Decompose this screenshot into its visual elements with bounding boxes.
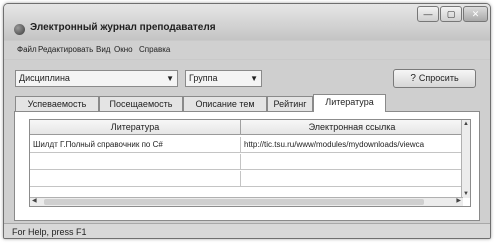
maximize-button[interactable]: ▢ — [440, 6, 462, 22]
menu-bar: Файл Редактировать Вид Окно Справка — [4, 41, 490, 59]
scroll-thumb[interactable] — [44, 199, 424, 205]
tab-strip: Успеваемость Посещаемость Описание тем Р… — [4, 94, 490, 112]
menu-help[interactable]: Справка — [139, 45, 170, 54]
column-header-literature[interactable]: Литература — [30, 120, 241, 135]
table-row[interactable]: Шилдт Г.Полный справочник по C# http://t… — [30, 137, 463, 153]
close-button[interactable]: ✕ — [463, 6, 488, 22]
discipline-select-value: Дисциплина — [19, 73, 70, 83]
column-header-link[interactable]: Электронная ссылка — [241, 120, 463, 135]
vertical-scrollbar[interactable]: ▲ ▼ — [461, 120, 470, 198]
horizontal-scrollbar[interactable]: ◀ ▶ — [30, 197, 463, 206]
menu-file[interactable]: Файл — [17, 45, 37, 54]
chevron-down-icon: ▼ — [250, 74, 258, 83]
cell-literature[interactable]: Шилдт Г.Полный справочник по C# — [30, 137, 241, 153]
tab-topics[interactable]: Описание тем — [183, 96, 267, 111]
literature-tab-content: Литература Электронная ссылка Шилдт Г.По… — [14, 111, 480, 221]
group-select-value: Группа — [189, 73, 218, 83]
cell-empty[interactable] — [30, 171, 241, 187]
scroll-left-icon[interactable]: ◀ — [32, 197, 37, 204]
tab-progress[interactable]: Успеваемость — [15, 96, 99, 111]
app-icon — [14, 24, 25, 35]
group-select[interactable]: Группа ▼ — [185, 70, 262, 87]
cell-link[interactable]: http://tic.tsu.ru/www/modules/mydownload… — [241, 137, 463, 153]
tab-literature[interactable]: Литература — [313, 94, 386, 112]
main-panel: Дисциплина ▼ Группа ▼ ? Спросить Успеваем… — [4, 60, 490, 238]
title-bar[interactable]: Электронный журнал преподавателя — ▢ ✕ — [4, 4, 490, 40]
scroll-down-icon[interactable]: ▼ — [463, 191, 469, 197]
table-row-empty[interactable] — [30, 154, 463, 170]
app-window: Электронный журнал преподавателя — ▢ ✕ Ф… — [3, 3, 491, 239]
status-bar: For Help, press F1 — [4, 223, 490, 238]
grid-header: Литература Электронная ссылка — [30, 120, 463, 135]
table-row-empty[interactable] — [30, 171, 463, 187]
scroll-up-icon[interactable]: ▲ — [463, 121, 469, 127]
scroll-right-icon[interactable]: ▶ — [456, 197, 461, 204]
discipline-select[interactable]: Дисциплина ▼ — [15, 70, 178, 87]
minimize-button[interactable]: — — [417, 6, 439, 22]
cell-empty[interactable] — [30, 154, 241, 170]
ask-button[interactable]: ? Спросить — [393, 69, 476, 88]
question-icon: ? — [410, 73, 416, 84]
menu-window[interactable]: Окно — [114, 45, 133, 54]
tab-rating[interactable]: Рейтинг — [267, 96, 313, 111]
menu-edit[interactable]: Редактировать — [38, 45, 93, 54]
tab-attendance[interactable]: Посещаемость — [99, 96, 183, 111]
chevron-down-icon: ▼ — [166, 74, 174, 83]
literature-grid[interactable]: Литература Электронная ссылка Шилдт Г.По… — [29, 119, 471, 207]
ask-button-label: Спросить — [418, 73, 459, 83]
window-title: Электронный журнал преподавателя — [30, 22, 216, 33]
menu-view[interactable]: Вид — [96, 45, 110, 54]
